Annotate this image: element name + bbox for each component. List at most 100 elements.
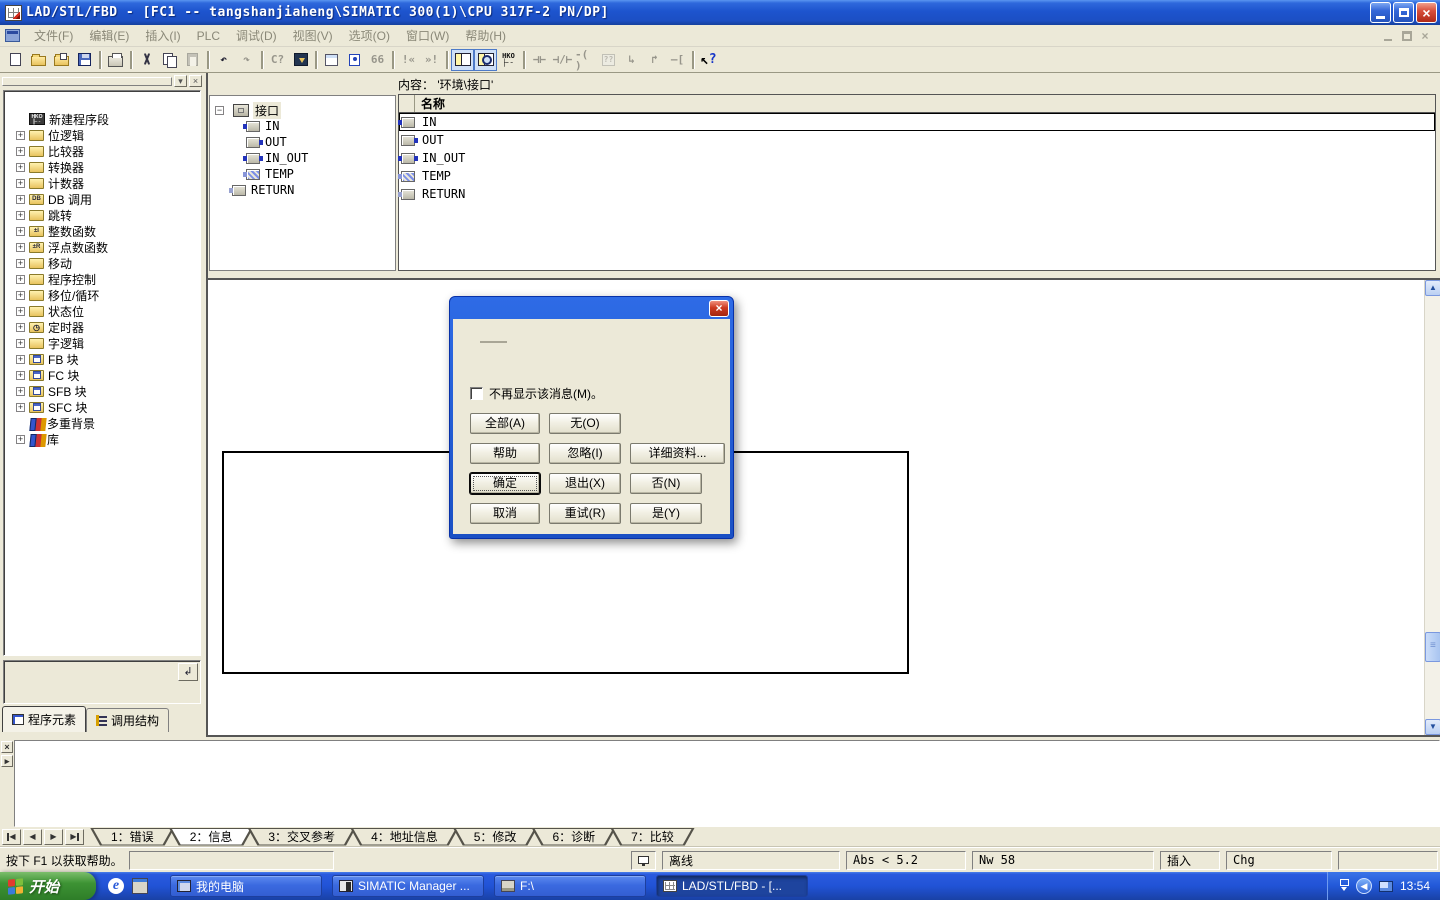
output-tab[interactable]: 6：诊断 xyxy=(531,828,616,846)
restore-button[interactable] xyxy=(1393,2,1414,23)
split-window-toggle[interactable] xyxy=(451,49,474,71)
menu-item[interactable]: PLC xyxy=(189,26,228,46)
next-error-icon[interactable]: »! xyxy=(420,49,443,71)
save-icon[interactable] xyxy=(73,49,96,71)
output-area[interactable] xyxy=(14,740,1440,827)
declaration-row[interactable]: IN_OUT xyxy=(399,149,1435,167)
tree-item[interactable]: 多重背景 xyxy=(4,415,200,431)
tree-item[interactable]: 跳转 xyxy=(4,207,200,223)
tree-item[interactable]: SFB 块 xyxy=(4,383,200,399)
tree-item[interactable]: 移位/循环 xyxy=(4,287,200,303)
expand-plus-icon[interactable] xyxy=(16,195,25,204)
start-button[interactable]: 开始 xyxy=(0,872,96,900)
name-column-header[interactable]: 名称 xyxy=(415,95,445,112)
panel-dropdown-button[interactable]: ▾ xyxy=(174,75,187,87)
interface-item[interactable]: IN_OUT xyxy=(210,150,395,166)
print-icon[interactable] xyxy=(104,49,127,71)
output-tab[interactable]: 2：信息 xyxy=(169,828,254,846)
new-file-icon[interactable] xyxy=(4,49,27,71)
all-button[interactable]: 全部(A) xyxy=(470,413,540,434)
dialog-close-button[interactable]: × xyxy=(709,300,729,317)
tree-item[interactable]: 比较器 xyxy=(4,143,200,159)
close-output-button[interactable]: × xyxy=(1,741,13,753)
tree-item[interactable]: 新建程序段 xyxy=(4,111,200,127)
tree-item[interactable]: 浮点数函数 xyxy=(4,239,200,255)
scrollbar-thumb[interactable] xyxy=(1425,632,1440,662)
interface-root-item[interactable]: 接口 xyxy=(210,102,395,118)
symbol-info-icon[interactable] xyxy=(343,49,366,71)
yes-button[interactable]: 是(Y) xyxy=(630,503,702,524)
interface-item[interactable]: OUT xyxy=(210,134,395,150)
declaration-row[interactable]: IN xyxy=(399,113,1435,131)
retry-button[interactable]: 重试(R) xyxy=(549,503,621,524)
panel-tab[interactable]: 程序元素 xyxy=(2,706,86,732)
overview-toggle[interactable] xyxy=(474,49,497,71)
interface-item[interactable]: TEMP xyxy=(210,166,395,182)
mdi-restore-icon[interactable] xyxy=(1400,30,1414,42)
symbolic-display-toggle[interactable] xyxy=(320,49,343,71)
expand-plus-icon[interactable] xyxy=(16,147,25,156)
open-icon[interactable] xyxy=(27,49,50,71)
show-desktop-icon[interactable] xyxy=(132,878,148,894)
editor-canvas[interactable]: ▲ ▼ × 不再显示该消息(M)。 全部(A)无(O)帮助忽略(I)详细资料..… xyxy=(208,280,1440,737)
expand-plus-icon[interactable] xyxy=(16,323,25,332)
tree-item[interactable]: 位逻辑 xyxy=(4,127,200,143)
last-tab-button[interactable]: ▶ xyxy=(65,829,84,845)
help-pointer-icon[interactable] xyxy=(697,49,720,71)
expand-plus-icon[interactable] xyxy=(16,403,25,412)
output-tab[interactable]: 5：修改 xyxy=(453,828,538,846)
paste-icon[interactable] xyxy=(181,49,204,71)
expand-plus-icon[interactable] xyxy=(16,371,25,380)
minimize-button[interactable] xyxy=(1370,2,1391,23)
expand-plus-icon[interactable] xyxy=(16,387,25,396)
panel-tab[interactable]: 调用结构 xyxy=(86,708,169,732)
copy-icon[interactable] xyxy=(158,49,181,71)
expand-plus-icon[interactable] xyxy=(16,435,25,444)
output-tab[interactable]: 4：地址信息 xyxy=(350,828,459,846)
prev-error-icon[interactable]: !« xyxy=(397,49,420,71)
undo-icon[interactable]: ↶ xyxy=(212,49,235,71)
help-button[interactable]: 帮助 xyxy=(470,443,540,464)
ok-button[interactable]: 确定 xyxy=(470,473,540,494)
output-tab[interactable]: 7：比较 xyxy=(610,828,695,846)
close-button[interactable]: × xyxy=(1416,2,1437,23)
download-icon[interactable] xyxy=(289,49,312,71)
coil-icon[interactable]: -( ) xyxy=(574,49,597,71)
tree-item[interactable]: 定时器 xyxy=(4,319,200,335)
open-branch-icon[interactable]: ↳ xyxy=(620,49,643,71)
open-online-icon[interactable] xyxy=(50,49,73,71)
tree-item[interactable]: 字逻辑 xyxy=(4,335,200,351)
declaration-row[interactable]: TEMP xyxy=(399,167,1435,185)
tree-item[interactable]: DB 调用 xyxy=(4,191,200,207)
expand-plus-icon[interactable] xyxy=(16,163,25,172)
tree-item[interactable]: FB 块 xyxy=(4,351,200,367)
expand-plus-icon[interactable] xyxy=(16,243,25,252)
taskbar-task[interactable]: SIMATIC Manager ... xyxy=(332,875,484,897)
mdi-close-icon[interactable]: × xyxy=(1418,30,1432,42)
menu-item[interactable]: 窗口(W) xyxy=(398,24,457,47)
declaration-row[interactable]: RETURN xyxy=(399,185,1435,203)
contact-nc-icon[interactable]: ⊣/⊢ xyxy=(551,49,574,71)
expand-plus-icon[interactable] xyxy=(16,227,25,236)
output-tab[interactable]: 1：错误 xyxy=(90,828,175,846)
empty-box-icon[interactable] xyxy=(597,49,620,71)
taskbar-task[interactable]: 我的电脑 xyxy=(170,875,322,897)
editor-scrollbar[interactable]: ▲ ▼ xyxy=(1424,280,1440,735)
expand-plus-icon[interactable] xyxy=(16,291,25,300)
expand-plus-icon[interactable] xyxy=(16,339,25,348)
interface-item[interactable]: RETURN xyxy=(210,182,395,198)
tree-item[interactable]: 计数器 xyxy=(4,175,200,191)
expand-plus-icon[interactable] xyxy=(16,355,25,364)
monitor-glasses-icon[interactable]: 66 xyxy=(366,49,389,71)
collapse-minus-icon[interactable] xyxy=(215,106,224,115)
menu-item[interactable]: 选项(O) xyxy=(341,24,398,47)
close-branch-icon[interactable]: ↱ xyxy=(643,49,666,71)
cancel-button[interactable]: 取消 xyxy=(470,503,540,524)
redo-icon[interactable]: ↷ xyxy=(235,49,258,71)
new-network-icon[interactable] xyxy=(497,49,520,71)
tree-item[interactable]: 移动 xyxy=(4,255,200,271)
expand-plus-icon[interactable] xyxy=(16,259,25,268)
mdi-document-icon[interactable] xyxy=(5,29,20,42)
menu-item[interactable]: 文件(F) xyxy=(26,24,81,47)
no-button[interactable]: 否(N) xyxy=(630,473,702,494)
